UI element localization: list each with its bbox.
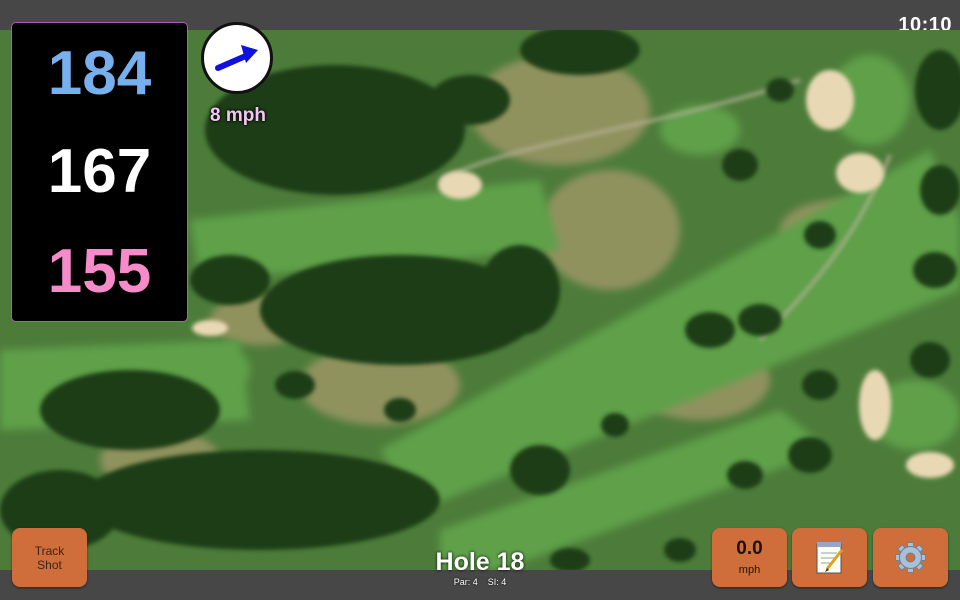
- wind-indicator: [201, 22, 273, 94]
- notes-button[interactable]: [792, 528, 867, 587]
- arrow-icon: [215, 45, 258, 71]
- wind-speed: 8 mph: [210, 105, 266, 126]
- par-label: Par: 4: [453, 577, 478, 587]
- distance-panel: 184 167 155: [11, 22, 188, 322]
- speed-unit: mph: [738, 564, 761, 576]
- back-distance: 184: [47, 39, 152, 108]
- track-shot-label-line1: Track: [34, 543, 65, 558]
- speed-value: 0.0: [736, 538, 763, 559]
- track-shot-button[interactable]: Track Shot: [12, 528, 87, 587]
- speed-button[interactable]: 0.0 mph: [712, 528, 787, 587]
- track-shot-label-line2: Shot: [37, 557, 62, 572]
- hole-info: Par: 4 SI: 4: [380, 577, 580, 587]
- middle-distance: 167: [47, 137, 152, 206]
- stroke-index-label: SI: 4: [487, 577, 507, 587]
- hole-title: Hole 18: [435, 548, 525, 576]
- gear-icon: [895, 542, 926, 573]
- notepad-icon: [816, 542, 844, 574]
- front-distance: 155: [47, 237, 152, 306]
- settings-button[interactable]: [873, 528, 948, 587]
